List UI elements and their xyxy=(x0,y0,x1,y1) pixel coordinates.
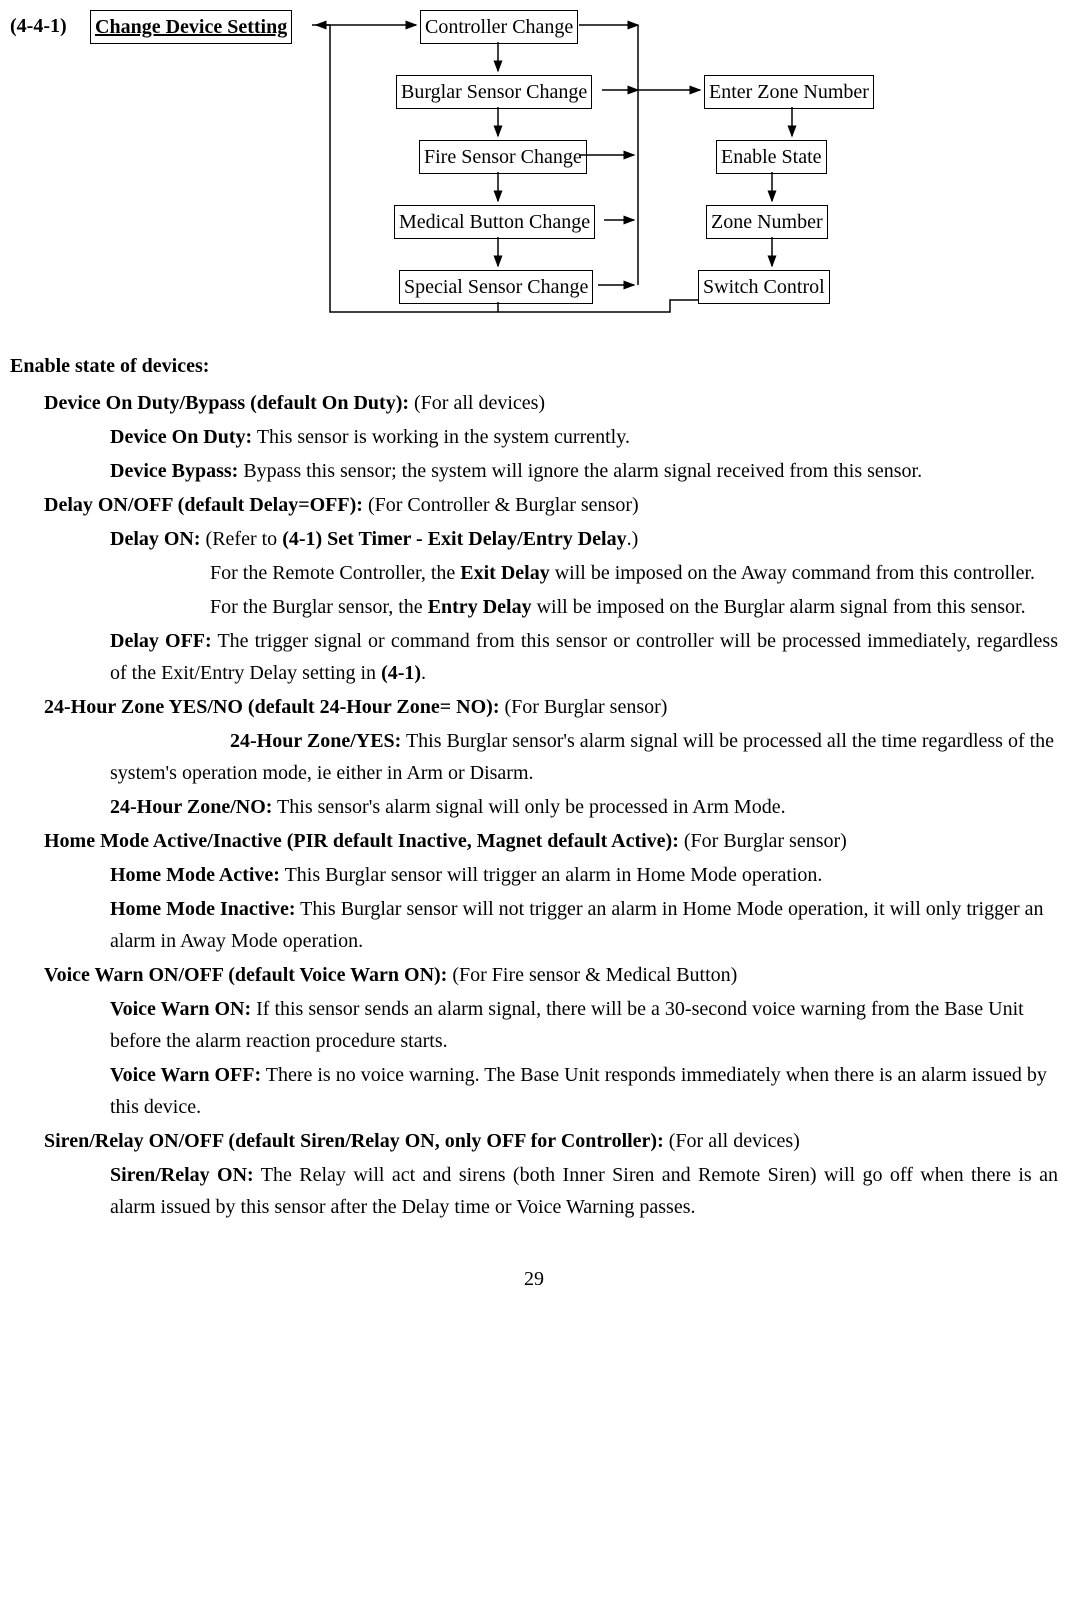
label: Device On Duty/Bypass (default On Duty): xyxy=(44,392,409,414)
label: Delay ON/OFF (default Delay=OFF): xyxy=(44,494,363,516)
delay-on-para2: For the Remote Controller, the Exit Dela… xyxy=(210,557,1058,589)
label: 24-Hour Zone/YES: xyxy=(230,730,401,752)
box-controller-change: Controller Change xyxy=(420,10,578,44)
text2: .) xyxy=(627,528,639,550)
text: For the Burglar sensor, the xyxy=(210,596,428,618)
label: Delay ON: xyxy=(110,528,201,550)
delay-off: Delay OFF: The trigger signal or command… xyxy=(110,625,1058,689)
label: Home Mode Active: xyxy=(110,864,280,886)
section-number: (4-4-1) xyxy=(10,10,67,42)
voice-warn: Voice Warn ON/OFF (default Voice Warn ON… xyxy=(44,959,1058,991)
text: For the Remote Controller, the xyxy=(210,562,460,584)
box-burglar-sensor-change: Burglar Sensor Change xyxy=(396,75,592,109)
24hour-zone: 24-Hour Zone YES/NO (default 24-Hour Zon… xyxy=(44,691,1058,723)
label: Voice Warn ON: xyxy=(110,998,251,1020)
device-bypass: Device Bypass: Bypass this sensor; the s… xyxy=(110,455,1058,487)
box-special-sensor-change: Special Sensor Change xyxy=(399,270,593,304)
label: Device On Duty: xyxy=(110,426,252,448)
for-text: (For Burglar sensor) xyxy=(679,830,847,852)
box-enable-state: Enable State xyxy=(716,140,827,174)
text2: . xyxy=(421,662,426,684)
ref-bold: (4-1) Set Timer - Exit Delay/Entry Delay xyxy=(282,528,626,550)
siren-relay-on: Siren/Relay ON: The Relay will act and s… xyxy=(110,1159,1058,1223)
for-text: (For Controller & Burglar sensor) xyxy=(363,494,639,516)
label: Voice Warn ON/OFF (default Voice Warn ON… xyxy=(44,964,447,986)
label: 24-Hour Zone YES/NO (default 24-Hour Zon… xyxy=(44,696,500,718)
label: Voice Warn OFF: xyxy=(110,1064,261,1086)
label: 24-Hour Zone/NO: xyxy=(110,796,272,818)
24hour-yes: 24-Hour Zone/YES: This Burglar sensor's … xyxy=(110,725,1058,789)
home-mode-inactive: Home Mode Inactive: This Burglar sensor … xyxy=(110,893,1058,957)
delay-on-off: Delay ON/OFF (default Delay=OFF): (For C… xyxy=(44,489,1058,521)
bold: Entry Delay xyxy=(428,596,532,618)
flow-diagram: (4-4-1) Change Device Setting Controller… xyxy=(10,10,1058,320)
box-fire-sensor-change: Fire Sensor Change xyxy=(419,140,587,174)
device-on-duty-bypass: Device On Duty/Bypass (default On Duty):… xyxy=(44,387,1058,419)
text: This sensor's alarm signal will only be … xyxy=(272,796,785,818)
for-text: (For all devices) xyxy=(409,392,545,414)
text: This Burglar sensor will trigger an alar… xyxy=(280,864,822,886)
bold: Exit Delay xyxy=(460,562,549,584)
label: Siren/Relay ON: xyxy=(110,1164,254,1186)
device-on-duty: Device On Duty: This sensor is working i… xyxy=(110,421,1058,453)
voice-warn-on: Voice Warn ON: If this sensor sends an a… xyxy=(110,993,1058,1057)
label: Home Mode Inactive: xyxy=(110,898,296,920)
for-text: (For all devices) xyxy=(664,1130,800,1152)
delay-on: Delay ON: (Refer to (4-1) Set Timer - Ex… xyxy=(110,523,1058,555)
home-mode: Home Mode Active/Inactive (PIR default I… xyxy=(44,825,1058,857)
label: Device Bypass: xyxy=(110,460,238,482)
label: Siren/Relay ON/OFF (default Siren/Relay … xyxy=(44,1130,664,1152)
siren-relay: Siren/Relay ON/OFF (default Siren/Relay … xyxy=(44,1125,1058,1157)
box-enter-zone-number: Enter Zone Number xyxy=(704,75,874,109)
delay-on-para3: For the Burglar sensor, the Entry Delay … xyxy=(210,591,1058,623)
box-medical-button-change: Medical Button Change xyxy=(394,205,595,239)
for-text: (For Fire sensor & Medical Button) xyxy=(447,964,737,986)
24hour-no: 24-Hour Zone/NO: This sensor's alarm sig… xyxy=(110,791,1058,823)
for-text: (For Burglar sensor) xyxy=(500,696,668,718)
label: Delay OFF: xyxy=(110,630,212,652)
text: (Refer to xyxy=(201,528,283,550)
text: The trigger signal or command from this … xyxy=(110,630,1058,684)
voice-warn-off: Voice Warn OFF: There is no voice warnin… xyxy=(110,1059,1058,1123)
page-number: 29 xyxy=(10,1263,1058,1295)
enable-state-heading: Enable state of devices: xyxy=(10,350,1058,382)
home-mode-active: Home Mode Active: This Burglar sensor wi… xyxy=(110,859,1058,891)
box-zone-number: Zone Number xyxy=(706,205,828,239)
bold: (4-1) xyxy=(381,662,421,684)
text2: will be imposed on the Away command from… xyxy=(550,562,1035,584)
text: This sensor is working in the system cur… xyxy=(252,426,630,448)
box-switch-control: Switch Control xyxy=(698,270,830,304)
text2: will be imposed on the Burglar alarm sig… xyxy=(532,596,1026,618)
label: Home Mode Active/Inactive (PIR default I… xyxy=(44,830,679,852)
text: Bypass this sensor; the system will igno… xyxy=(238,460,922,482)
box-root: Change Device Setting xyxy=(90,10,292,44)
